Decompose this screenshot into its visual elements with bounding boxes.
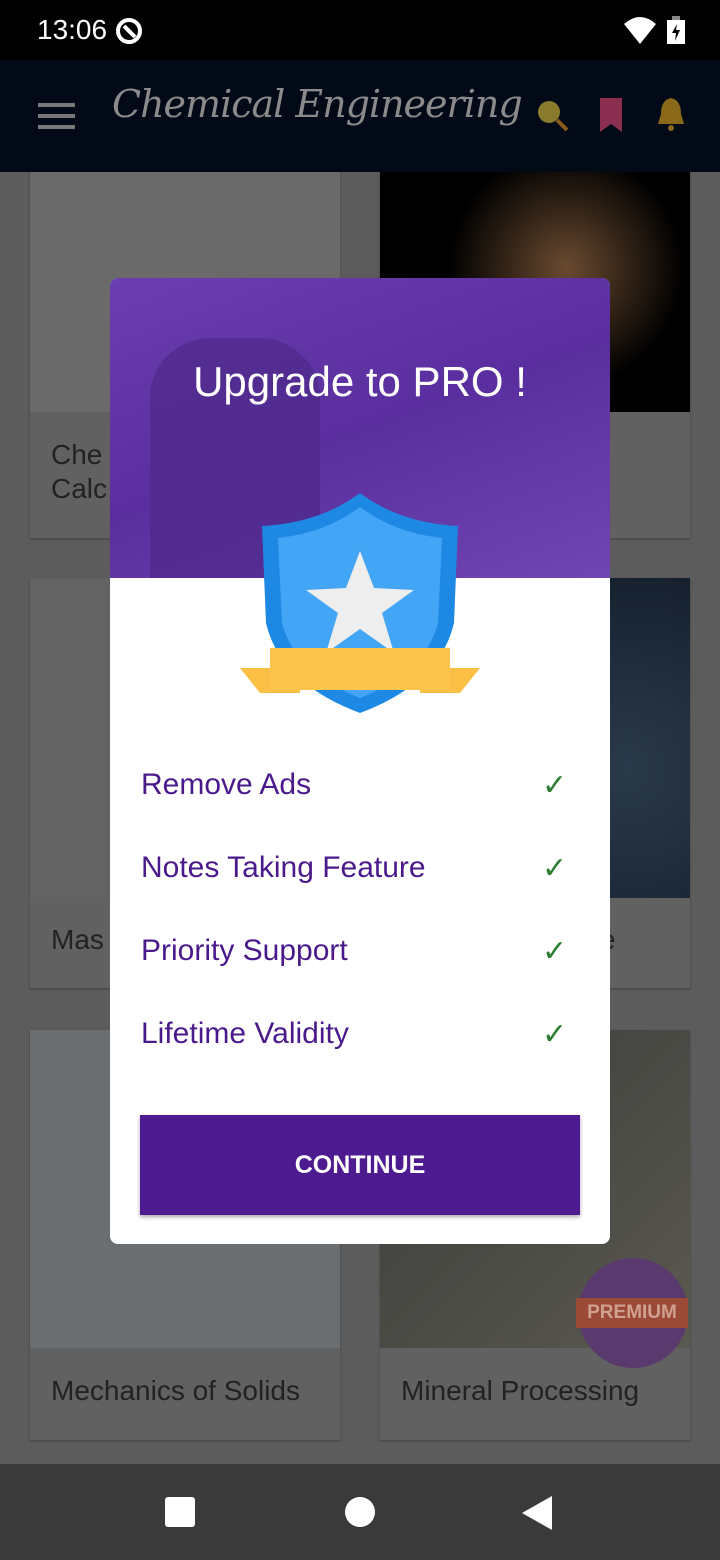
feature-label: Priority Support: [141, 934, 348, 967]
app-title: Chemical Engineering: [112, 82, 523, 126]
status-time: 13:06: [37, 14, 108, 45]
upgrade-dialog: Upgrade to PRO ! Remove Ads ✓ Notes Taki…: [110, 278, 610, 1244]
menu-icon[interactable]: [38, 103, 75, 129]
status-bar: 13:06: [0, 0, 720, 60]
home-button[interactable]: [345, 1497, 375, 1527]
check-icon: ✓: [542, 1018, 568, 1051]
sync-icon: [116, 18, 142, 44]
card-label: Mechanics of Solids: [51, 1375, 301, 1406]
card-label: Mas: [51, 924, 104, 955]
bell-icon[interactable]: [655, 96, 687, 132]
app-bar: Chemical Engineering: [0, 60, 720, 172]
card-label: Mineral Processing: [401, 1375, 640, 1406]
bookmark-icon[interactable]: [600, 98, 622, 132]
search-icon[interactable]: [535, 98, 571, 134]
feature-label: Lifetime Validity: [141, 1017, 349, 1050]
card-label: Che Calc: [51, 439, 108, 504]
check-icon: ✓: [542, 769, 568, 802]
feature-label: Notes Taking Feature: [141, 851, 426, 884]
premium-badge[interactable]: PREMIUM: [576, 1258, 688, 1368]
back-button[interactable]: [522, 1496, 554, 1530]
feature-label: Remove Ads: [141, 768, 312, 801]
recents-button[interactable]: [165, 1497, 195, 1527]
battery-icon: [667, 16, 685, 44]
check-icon: ✓: [542, 852, 568, 885]
premium-label: PREMIUM: [576, 1298, 688, 1328]
check-icon: ✓: [542, 935, 568, 968]
shield-star-icon: [240, 493, 480, 713]
system-nav-bar: [0, 1464, 720, 1560]
wifi-icon: [624, 17, 656, 44]
continue-button[interactable]: CONTINUE: [140, 1115, 580, 1215]
dialog-title: Upgrade to PRO !: [193, 358, 527, 405]
